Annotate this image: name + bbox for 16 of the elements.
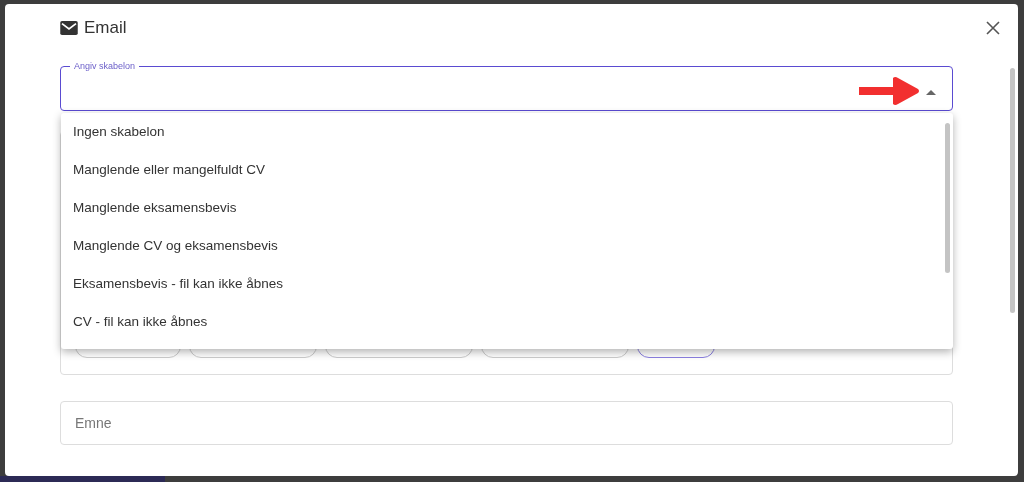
menu-item[interactable]: Eksamensbevis - fil kan ikke åbnes	[61, 265, 953, 303]
menu-item[interactable]: Manglende eksamensbevis	[61, 189, 953, 227]
annotation-arrow	[857, 76, 921, 106]
scrollbar[interactable]	[1010, 68, 1015, 313]
select-label: Angiv skabelon	[73, 61, 137, 72]
dialog-title: Email	[84, 18, 127, 38]
menu-item[interactable]: CV - fil kan ikke åbnes	[61, 303, 953, 341]
scrollbar[interactable]	[945, 123, 950, 273]
mail-icon	[60, 21, 78, 35]
close-icon[interactable]	[986, 21, 1000, 35]
caret-icon[interactable]	[926, 90, 936, 95]
menu-item[interactable]: Manglende CV og eksamensbevis	[61, 227, 953, 265]
menu-item[interactable]: Ingen skabelon	[61, 113, 953, 151]
subject-field[interactable]: Emne	[60, 401, 953, 445]
menu-item[interactable]: Manglende eller mangelfuldt CV	[61, 151, 953, 189]
template-select[interactable]: Angiv skabelon	[60, 61, 953, 111]
